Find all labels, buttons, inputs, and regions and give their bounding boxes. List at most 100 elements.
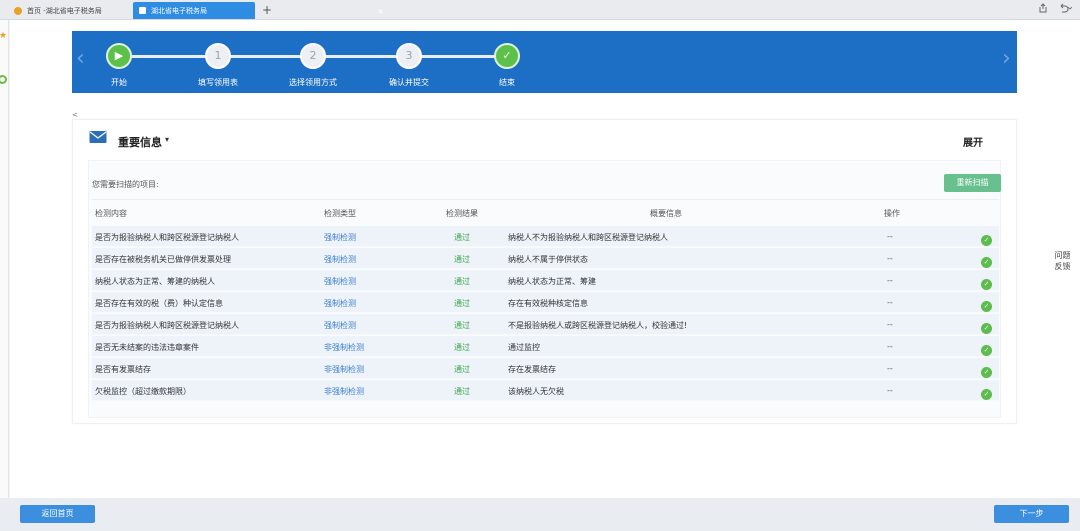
check-summary: 纳税人不属于停供状态 [508,255,588,264]
feedback-line: 问题 [1054,251,1071,260]
check-operation: -- [887,364,893,373]
expand-button[interactable]: 展开 [963,134,983,149]
table-header: 检测内容 检测类型 检测结果 概要信息 操作 [92,206,999,220]
chevron-down-icon[interactable]: ▾ [165,135,169,144]
check-type-link[interactable]: 强制检测 [324,276,356,287]
check-type-link[interactable]: 非强制检测 [324,342,364,353]
check-summary: 存在发票结存 [508,365,556,374]
check-item: 纳税人状态为正常、筹建的纳税人 [95,277,215,286]
left-sidebar-strip: ★ [0,20,9,500]
table-row: 纳税人状态为正常、筹建的纳税人 强制检测 通过 纳税人状态为正常、筹建 -- ✓ [92,270,999,291]
table-row: 欠税监控（超过缴款期限） 非强制检测 通过 该纳税人无欠税 -- ✓ [92,380,999,401]
column-header: 检测结果 [446,209,478,218]
check-result: 通过 [454,233,470,242]
step-wizard: ‹ › ▶ 1 2 3 ✓ 开始 填写领用表 选择领用方式 确认并提交 结束 [72,31,1017,93]
check-result: 通过 [454,321,470,330]
step-label: 结束 [499,78,515,87]
envelope-icon [89,130,107,144]
check-item: 是否为报验纳税人和跨区税源登记纳税人 [95,233,239,242]
scan-panel: 您需要扫描的项目: 重新扫描 检测内容 检测类型 检测结果 概要信息 操作 是否… [88,160,1001,418]
table-row: 是否无未结案的违法违章案件 非强制检测 通过 通过监控 -- ✓ [92,336,999,357]
page-icon [139,7,146,14]
table-row: 是否为报验纳税人和跨区税源登记纳税人 强制检测 通过 纳税人不为报验纳税人和跨区… [92,226,999,247]
check-summary: 纳税人状态为正常、筹建 [508,277,596,286]
check-type-link[interactable]: 强制检测 [324,232,356,243]
check-circle-icon: ✓ [981,257,992,268]
check-circle-icon: ✓ [981,301,992,312]
check-result: 通过 [454,299,470,308]
check-summary: 存在有效税种核定信息 [508,299,588,308]
check-item: 欠税监控（超过缴款期限） [95,387,191,396]
check-operation: -- [887,320,893,329]
column-header: 概要信息 [650,209,682,218]
browser-tab-bar: 首页 -湖北省电子税务局 湖北省电子税务局 × + [0,0,1080,20]
step-connector [231,55,309,58]
step-label: 开始 [111,78,127,87]
check-type-link[interactable]: 强制检测 [324,298,356,309]
step-connector [323,55,403,58]
check-circle-icon: ✓ [981,323,992,334]
table-row: 是否存在被税务机关已做停供发票处理 强制检测 通过 纳税人不属于停供状态 -- … [92,248,999,269]
tax-logo-icon [14,6,22,15]
check-operation: -- [887,386,893,395]
step-connector [416,55,496,58]
important-info-card: 重要信息 ▾ 展开 您需要扫描的项目: 重新扫描 检测内容 检测类型 检测结果 … [72,119,1017,424]
tab-label: 首页 -湖北省电子税务局 [27,6,102,15]
check-operation: -- [887,276,893,285]
step-3-marker: 3 [396,43,422,69]
card-title[interactable]: 重要信息 [118,134,162,150]
wizard-prev-arrow-icon[interactable]: ‹ [76,48,85,70]
check-operation: -- [887,298,893,307]
back-home-button[interactable]: 返回首页 [20,505,95,523]
check-type-link[interactable]: 强制检测 [324,320,356,331]
feedback-line: 反馈 [1054,262,1071,271]
check-circle-icon: ✓ [981,345,992,356]
table-row: 是否有发票结存 非强制检测 通过 存在发票结存 -- ✓ [92,358,999,379]
check-summary: 纳税人不为报验纳税人和跨区税源登记纳税人 [508,233,668,242]
check-item: 是否存在被税务机关已做停供发票处理 [95,255,231,264]
status-icon[interactable] [0,75,7,84]
check-type-link[interactable]: 非强制检测 [324,364,364,375]
column-header: 操作 [884,209,900,218]
share-icon[interactable] [1038,3,1048,16]
next-step-button[interactable]: 下一步 [994,505,1069,523]
wizard-next-arrow-icon[interactable]: › [1002,48,1011,70]
check-result: 通过 [454,365,470,374]
rescan-button[interactable]: 重新扫描 [944,174,1001,192]
check-summary: 通过监控 [508,343,540,352]
check-type-link[interactable]: 非强制检测 [324,386,364,397]
check-operation: -- [887,232,893,241]
check-result: 通过 [454,277,470,286]
step-label: 确认并提交 [389,78,429,87]
step-2-marker: 2 [300,43,326,69]
footer-bar: 返回首页 下一步 [0,498,1080,531]
check-circle-icon: ✓ [981,367,992,378]
check-result: 通过 [454,343,470,352]
check-item: 是否存在有效的税（费）种认定信息 [95,299,223,308]
check-type-link[interactable]: 强制检测 [324,254,356,265]
step-label: 选择领用方式 [289,78,337,87]
column-header: 检测类型 [324,209,356,218]
table-row: 是否存在有效的税（费）种认定信息 强制检测 通过 存在有效税种核定信息 -- ✓ [92,292,999,313]
check-operation: -- [887,254,893,263]
step-end-marker: ✓ [494,43,520,69]
check-summary: 不是报验纳税人或跨区税源登记纳税人，校验通过! [508,321,688,330]
undo-icon[interactable] [1058,3,1073,16]
favorite-icon[interactable]: ★ [0,31,7,41]
collapse-marker[interactable]: < [72,111,78,119]
check-item: 是否为报验纳税人和跨区税源登记纳税人 [95,321,239,330]
tab-label: 湖北省电子税务局 [151,6,207,15]
check-result: 通过 [454,387,470,396]
check-summary: 该纳税人无欠税 [508,387,564,396]
new-tab-button[interactable]: + [262,2,272,18]
check-circle-icon: ✓ [981,279,992,290]
check-circle-icon: ✓ [981,235,992,246]
browser-tab-home[interactable]: 首页 -湖北省电子税务局 [8,2,128,19]
browser-tab-active[interactable]: 湖北省电子税务局 × [133,2,384,19]
close-tab-icon[interactable]: × [375,6,386,17]
feedback-button[interactable]: 问题 反馈 [1049,250,1076,280]
step-start-marker: ▶ [106,43,132,69]
check-item: 是否无未结案的违法违章案件 [95,343,199,352]
check-circle-icon: ✓ [981,389,992,400]
check-item: 是否有发票结存 [95,365,151,374]
